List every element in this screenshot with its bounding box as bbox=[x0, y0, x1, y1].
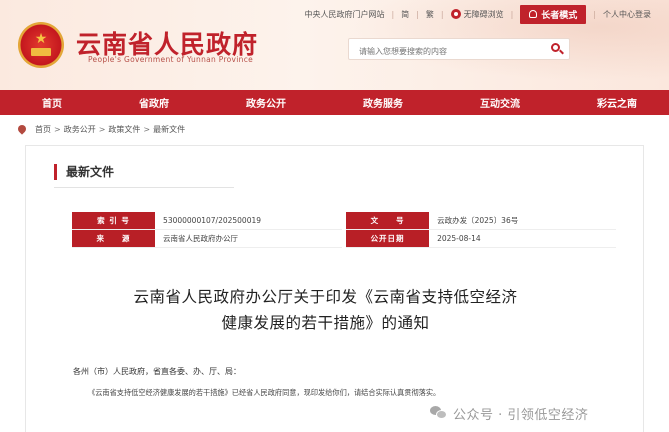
nav-item-home[interactable]: 首页 bbox=[42, 95, 62, 110]
publish-date-label: 公开日期 bbox=[346, 230, 430, 248]
simplified-chinese-link[interactable]: 简 bbox=[401, 9, 409, 20]
nav-item-interaction[interactable]: 互动交流 bbox=[480, 95, 520, 110]
search-box bbox=[348, 38, 570, 62]
breadcrumb: 首页 > 政务公开 > 政策文件 > 最新文件 bbox=[16, 122, 185, 136]
site-header: 中央人民政府门户网站 | 简 | 繁 | 无障碍浏览 | 长者模式 | 个人中心… bbox=[0, 0, 669, 90]
document-addressee: 各州（市）人民政府，省直各委、办、厅、局： bbox=[73, 367, 241, 376]
top-utility-bar: 中央人民政府门户网站 | 简 | 繁 | 无障碍浏览 | 长者模式 | 个人中心… bbox=[304, 4, 651, 24]
breadcrumb-policy-documents[interactable]: 政策文件 bbox=[108, 124, 140, 135]
location-pin-icon bbox=[16, 123, 28, 135]
publish-date-value: 2025-08-14 bbox=[429, 230, 616, 248]
site-subtitle: People's Government of Yunnan Province bbox=[88, 55, 254, 64]
national-emblem-icon[interactable]: ★ bbox=[18, 22, 64, 68]
document-number-label: 文 号 bbox=[346, 212, 430, 230]
document-meta-table: 索 引 号 53000000107/202500019 文 号 云政办发〔202… bbox=[72, 212, 616, 248]
personal-center-login-link[interactable]: 个人中心登录 bbox=[603, 9, 651, 20]
traditional-chinese-link[interactable]: 繁 bbox=[426, 9, 434, 20]
document-body-paragraph: 《云南省支持低空经济健康发展的若干措施》已经省人民政府同意，现印发给你们，请结合… bbox=[88, 388, 441, 397]
index-number-value: 53000000107/202500019 bbox=[155, 212, 342, 230]
content-panel: 最新文件 索 引 号 53000000107/202500019 文 号 云政办… bbox=[25, 145, 644, 432]
elder-mode-button[interactable]: 长者模式 bbox=[520, 4, 587, 24]
source-value: 云南省人民政府办公厅 bbox=[155, 230, 342, 248]
search-input[interactable] bbox=[349, 41, 529, 62]
nav-item-provincial-government[interactable]: 省政府 bbox=[139, 95, 169, 110]
document-number-value: 云政办发〔2025〕36号 bbox=[429, 212, 616, 230]
wechat-watermark: 公众号 · 引领低空经济 bbox=[430, 403, 588, 423]
source-label: 来 源 bbox=[72, 230, 156, 248]
search-button[interactable] bbox=[548, 41, 565, 57]
accessibility-link[interactable]: 无障碍浏览 bbox=[450, 9, 504, 20]
document-title: 云南省人民政府办公厅关于印发《云南省支持低空经济 健康发展的若干措施》的通知 bbox=[133, 288, 518, 332]
wechat-icon bbox=[430, 406, 447, 420]
nav-item-colorful-yunnan[interactable]: 彩云之南 bbox=[597, 95, 637, 110]
elder-icon bbox=[529, 10, 538, 18]
central-portal-link[interactable]: 中央人民政府门户网站 bbox=[304, 9, 384, 20]
nav-item-government-affairs[interactable]: 政务公开 bbox=[246, 95, 286, 110]
breadcrumb-latest-documents[interactable]: 最新文件 bbox=[153, 124, 185, 135]
nav-item-government-services[interactable]: 政务服务 bbox=[363, 95, 403, 110]
breadcrumb-home[interactable]: 首页 bbox=[35, 124, 51, 135]
wheelchair-icon bbox=[450, 9, 461, 19]
main-nav: 首页 省政府 政务公开 政务服务 互动交流 彩云之南 bbox=[0, 90, 669, 115]
index-number-label: 索 引 号 bbox=[72, 212, 156, 230]
section-title: 最新文件 bbox=[66, 165, 115, 179]
section-header: 最新文件 bbox=[54, 160, 234, 188]
breadcrumb-government-affairs[interactable]: 政务公开 bbox=[64, 124, 96, 135]
